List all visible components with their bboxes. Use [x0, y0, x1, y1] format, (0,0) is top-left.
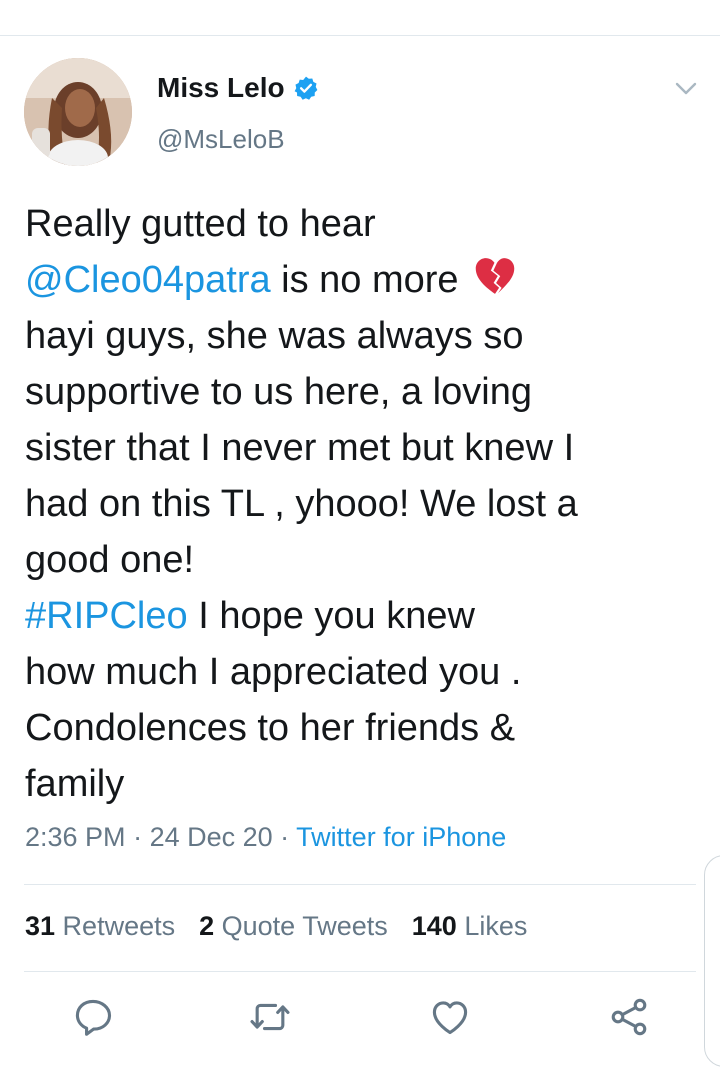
tweet-date[interactable]: 24 Dec 20 — [150, 822, 273, 852]
tweet-line: sister that I never met but knew I — [25, 420, 695, 476]
likes-stat[interactable]: 140 Likes — [412, 911, 528, 942]
divider — [24, 971, 696, 972]
side-handle[interactable] — [704, 855, 720, 1067]
tweet-stats: 31 Retweets 2 Quote Tweets 140 Likes — [25, 911, 551, 942]
tweet-text-segment: supportive to us here, a loving — [25, 371, 532, 413]
retweets-label: Retweets — [55, 911, 176, 941]
tweet-text-segment: how much I appreciated you . — [25, 651, 522, 693]
tweet-text: Really gutted to hear @Cleo04patra is no … — [25, 196, 695, 812]
tweet-line: @Cleo04patra is no more — [25, 252, 695, 308]
tweet-text-segment: Really gutted to hear — [25, 203, 376, 245]
author-name-row[interactable]: Miss Lelo — [157, 72, 319, 104]
tweet-text-segment: Condolences to her friends & — [25, 707, 516, 749]
tweet-text-segment: had on this TL , yhooo! We lost a — [25, 483, 578, 525]
tweet-line: supportive to us here, a loving — [25, 364, 695, 420]
avatar[interactable] — [24, 58, 132, 166]
tweet-meta: 2:36 PM · 24 Dec 20 · Twitter for iPhone — [25, 822, 506, 853]
tweet-text-segment: family — [25, 763, 125, 805]
chevron-down-icon[interactable] — [672, 78, 700, 100]
tweet-line: #RIPCleo I hope you knew — [25, 588, 695, 644]
top-divider — [0, 35, 720, 36]
tweet-text-segment: is no more — [270, 259, 470, 301]
tweet-actions — [0, 995, 720, 1045]
tweet-text-segment: hayi guys, she was always so — [25, 315, 524, 357]
tweet-time: 2:36 PM — [25, 822, 126, 852]
retweets-count: 31 — [25, 911, 56, 941]
verified-badge-icon — [294, 76, 317, 100]
tweet-line: Condolences to her friends & — [25, 700, 695, 756]
tweet-text-segment: good one! — [25, 539, 195, 581]
tweet-text-segment: I hope you knew — [187, 595, 475, 637]
tweet-line: hayi guys, she was always so — [25, 308, 695, 364]
heart-icon[interactable] — [428, 995, 472, 1039]
avatar-photo — [24, 58, 132, 166]
meta-separator: · — [272, 822, 297, 852]
likes-label: Likes — [456, 911, 528, 941]
tweet-line: Really gutted to hear — [25, 196, 695, 252]
tweet-line: had on this TL , yhooo! We lost a — [25, 476, 695, 532]
tweet-line: family — [25, 756, 695, 812]
hashtag-link[interactable]: #RIPCleo — [25, 595, 188, 637]
divider — [24, 884, 696, 885]
retweets-stat[interactable]: 31 Retweets — [25, 911, 175, 942]
quote-tweets-label: Quote Tweets — [214, 911, 388, 941]
retweet-icon[interactable] — [248, 995, 292, 1039]
tweet-text-segment: sister that I never met but knew I — [25, 427, 575, 469]
user-handle[interactable]: @MsLeloB — [157, 124, 285, 155]
quote-tweets-stat[interactable]: 2 Quote Tweets — [199, 911, 388, 942]
tweet-source-link[interactable]: Twitter for iPhone — [296, 822, 506, 852]
tweet-line: how much I appreciated you . — [25, 644, 695, 700]
mention-link[interactable]: @Cleo04patra — [25, 259, 271, 301]
meta-separator: · — [125, 822, 150, 852]
share-icon[interactable] — [607, 995, 651, 1039]
quote-tweets-count: 2 — [199, 911, 215, 941]
reply-icon[interactable] — [71, 995, 115, 1039]
tweet-line: good one! — [25, 532, 695, 588]
broken-heart-icon — [475, 258, 515, 294]
likes-count: 140 — [411, 911, 457, 941]
display-name[interactable]: Miss Lelo — [157, 72, 285, 104]
